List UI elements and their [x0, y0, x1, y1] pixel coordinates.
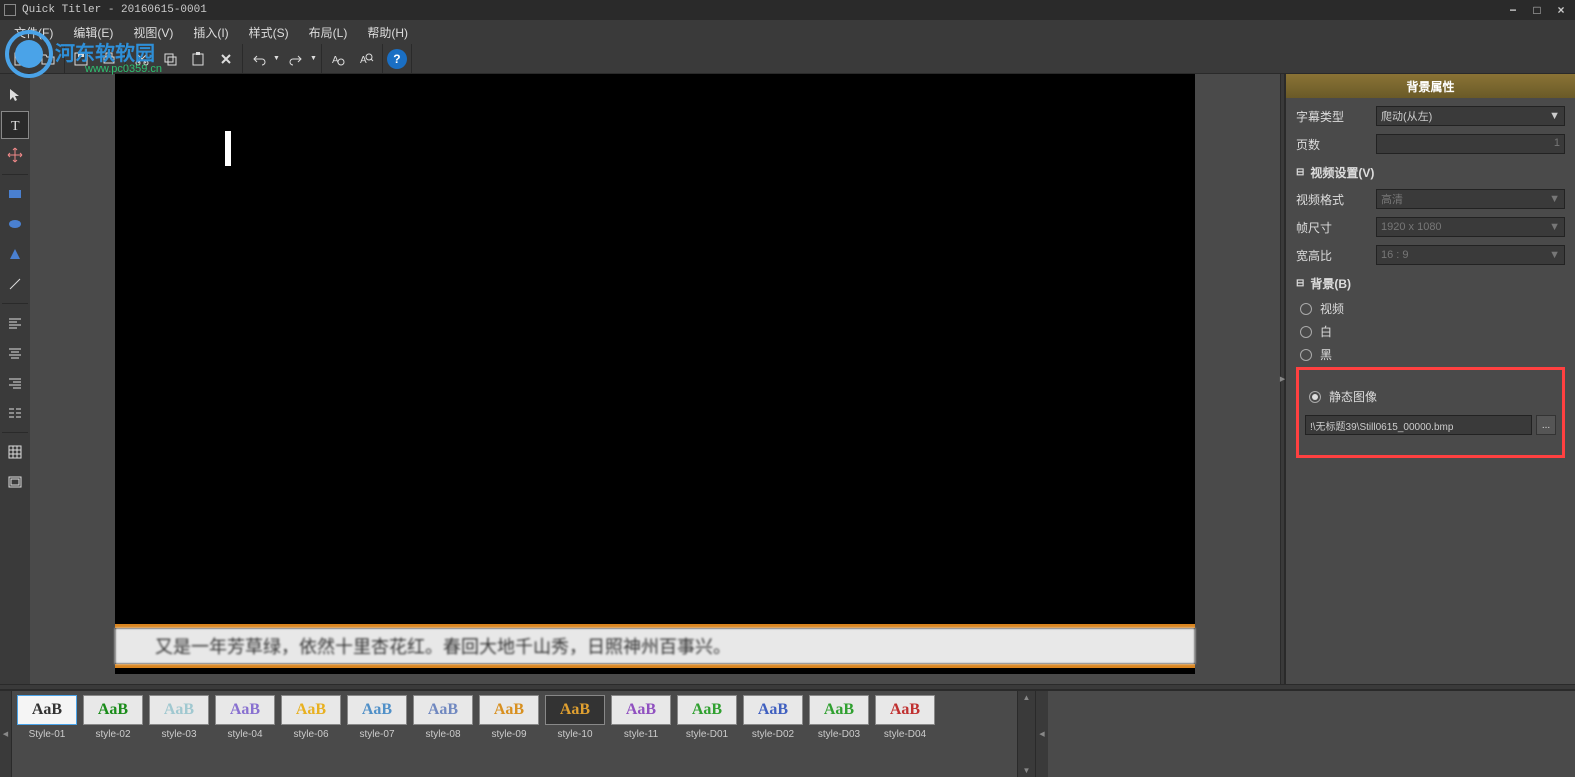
aspect-select: 16 : 9▼ [1376, 245, 1565, 265]
frame-size-label: 帧尺寸 [1296, 219, 1376, 236]
menubar: 文件(F) 编辑(E) 视图(V) 插入(I) 样式(S) 布局(L) 帮助(H… [0, 20, 1575, 44]
style-item-style-06[interactable]: AaBstyle-06 [280, 695, 342, 773]
menu-edit[interactable]: 编辑(E) [63, 24, 123, 41]
align-right-tool[interactable] [1, 369, 29, 397]
style-item-style-D03[interactable]: AaBstyle-D03 [808, 695, 870, 773]
style-item-style-09[interactable]: AaBstyle-09 [478, 695, 540, 773]
undo-button[interactable]: ▼ [247, 47, 280, 71]
replace-text-button[interactable]: A [354, 47, 378, 71]
style-item-Style-01[interactable]: AaBStyle-01 [16, 695, 78, 773]
triangle-tool[interactable] [1, 240, 29, 268]
find-text-button[interactable]: A [326, 47, 350, 71]
pointer-tool[interactable] [1, 81, 29, 109]
open-button[interactable] [36, 47, 60, 71]
move-tool[interactable] [1, 141, 29, 169]
paste-button[interactable] [186, 47, 210, 71]
highlight-box: 静态图像 !\无标题39\Still0615_00000.bmp ... [1296, 367, 1565, 458]
canvas-container: 又是一年芳草绿，依然十里杏花红。春回大地千山秀，日照神州百事兴。 [30, 74, 1280, 684]
titlebar: Quick Titler - 20160615-0001 − □ × [0, 0, 1575, 20]
bottom-right-toggle[interactable] [1036, 691, 1048, 777]
close-button[interactable]: × [1551, 2, 1571, 18]
right-panel: 背景属性 字幕类型 爬动(从左)▼ 页数 1 视频设置(V) 视频格式 高清▼ … [1285, 74, 1575, 684]
bg-path-input[interactable]: !\无标题39\Still0615_00000.bmp [1305, 415, 1532, 435]
bg-still-radio[interactable]: 静态图像 [1309, 388, 1556, 405]
minimize-button[interactable]: − [1503, 2, 1523, 18]
subtitle-type-label: 字幕类型 [1296, 108, 1376, 125]
svg-text:T: T [11, 119, 20, 133]
page-count-label: 页数 [1296, 136, 1376, 153]
video-format-label: 视频格式 [1296, 191, 1376, 208]
app-icon [4, 4, 16, 16]
menu-style[interactable]: 样式(S) [239, 24, 299, 41]
toolbar: ▼ ▼ A A ? [0, 44, 1575, 74]
menu-view[interactable]: 视图(V) [123, 24, 183, 41]
frame-size-select: 1920 x 1080▼ [1376, 217, 1565, 237]
style-item-style-02[interactable]: AaBstyle-02 [82, 695, 144, 773]
text-tool[interactable]: T [1, 111, 29, 139]
ellipse-tool[interactable] [1, 210, 29, 238]
left-toolbar: T [0, 74, 30, 684]
window-title: Quick Titler - 20160615-0001 [22, 4, 1503, 16]
style-item-style-08[interactable]: AaBstyle-08 [412, 695, 474, 773]
bg-black-radio[interactable]: 黑 [1300, 346, 1565, 363]
copy-button[interactable] [158, 47, 182, 71]
new-button[interactable] [8, 47, 32, 71]
safe-area-tool[interactable] [1, 468, 29, 496]
browse-button[interactable]: ... [1536, 415, 1556, 435]
line-tool[interactable] [1, 270, 29, 298]
menu-help[interactable]: 帮助(H) [357, 24, 418, 41]
cut-button[interactable] [130, 47, 154, 71]
menu-insert[interactable]: 插入(I) [183, 24, 238, 41]
bottom-panel: AaBStyle-01AaBstyle-02AaBstyle-03AaBstyl… [0, 690, 1575, 777]
page-count-input[interactable]: 1 [1376, 134, 1565, 154]
menu-file[interactable]: 文件(F) [4, 24, 63, 41]
style-item-style-10[interactable]: AaBstyle-10 [544, 695, 606, 773]
style-item-style-04[interactable]: AaBstyle-04 [214, 695, 276, 773]
background-section[interactable]: 背景(B) [1296, 275, 1565, 292]
style-item-style-07[interactable]: AaBstyle-07 [346, 695, 408, 773]
styles-scrollbar[interactable]: ▲ ▼ [1017, 691, 1035, 777]
rectangle-tool[interactable] [1, 180, 29, 208]
align-justify-tool[interactable] [1, 399, 29, 427]
lower-third: 又是一年芳草绿，依然十里杏花红。春回大地千山秀，日照神州百事兴。 [115, 624, 1195, 674]
text-cursor [225, 131, 231, 166]
help-button[interactable]: ? [387, 49, 407, 69]
aspect-label: 宽高比 [1296, 247, 1376, 264]
menu-layout[interactable]: 布局(L) [299, 24, 358, 41]
bg-white-radio[interactable]: 白 [1300, 323, 1565, 340]
bg-video-radio[interactable]: 视频 [1300, 300, 1565, 317]
styles-toggle[interactable] [0, 691, 12, 777]
style-item-style-D04[interactable]: AaBstyle-D04 [874, 695, 936, 773]
redo-button[interactable]: ▼ [284, 47, 317, 71]
video-settings-section[interactable]: 视频设置(V) [1296, 164, 1565, 181]
grid-tool[interactable] [1, 438, 29, 466]
canvas[interactable]: 又是一年芳草绿，依然十里杏花红。春回大地千山秀，日照神州百事兴。 [115, 74, 1195, 674]
video-format-select: 高清▼ [1376, 189, 1565, 209]
print-button[interactable] [97, 47, 121, 71]
align-left-tool[interactable] [1, 309, 29, 337]
subtitle-type-select[interactable]: 爬动(从左)▼ [1376, 106, 1565, 126]
style-item-style-03[interactable]: AaBstyle-03 [148, 695, 210, 773]
maximize-button[interactable]: □ [1527, 2, 1547, 18]
panel-title: 背景属性 [1286, 74, 1575, 98]
style-item-style-D01[interactable]: AaBstyle-D01 [676, 695, 738, 773]
align-center-tool[interactable] [1, 339, 29, 367]
styles-strip: AaBStyle-01AaBstyle-02AaBstyle-03AaBstyl… [12, 691, 1017, 777]
style-item-style-11[interactable]: AaBstyle-11 [610, 695, 672, 773]
bottom-right-content [1048, 691, 1575, 777]
delete-button[interactable] [214, 47, 238, 71]
save-button[interactable] [69, 47, 93, 71]
style-item-style-D02[interactable]: AaBstyle-D02 [742, 695, 804, 773]
